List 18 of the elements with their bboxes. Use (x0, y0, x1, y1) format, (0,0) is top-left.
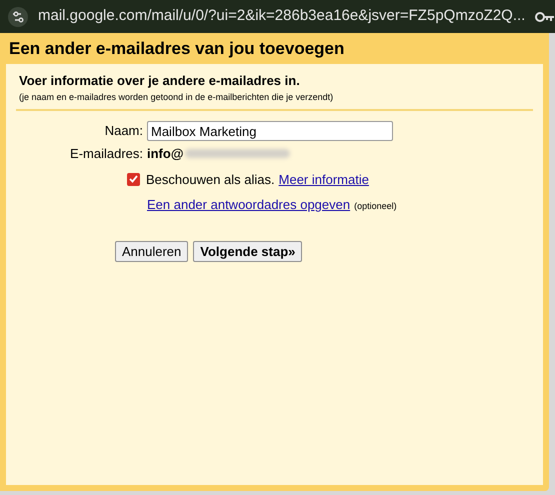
form-subheading: (je naam en e-mailadres worden getoond in de e-mailberichten die je verzendt) (18, 90, 334, 104)
cancel-button[interactable]: Annuleren (115, 240, 188, 262)
name-label: Naam: (104, 122, 143, 140)
form-heading: Voer informatie over je andere e-mailadres in. (18, 72, 301, 90)
site-settings-icon[interactable] (8, 6, 28, 26)
alias-checkbox[interactable] (127, 172, 140, 186)
key-icon[interactable] (535, 10, 555, 22)
email-value: info@ (147, 145, 184, 163)
alias-label: Beschouwen als alias. (146, 170, 275, 188)
name-field[interactable]: Mailbox Marketing (147, 121, 393, 141)
reply-address-link[interactable]: Een ander antwoordadres opgeven (147, 195, 350, 214)
check-icon (129, 175, 138, 184)
url-text[interactable]: mail.google.com/mail/u/0/?ui=2&ik=286b3ea16e&jsver=FZ5pQmzoZ2Q... (38, 5, 526, 28)
dialog-title: Een ander e-mailadres van jou toevoegen (8, 38, 346, 60)
next-step-button[interactable]: Volgende stap» (193, 240, 302, 262)
email-label: E-mailadres: (69, 145, 143, 163)
optional-note: (optioneel) (354, 200, 397, 213)
more-info-link[interactable]: Meer informatie (278, 170, 369, 189)
